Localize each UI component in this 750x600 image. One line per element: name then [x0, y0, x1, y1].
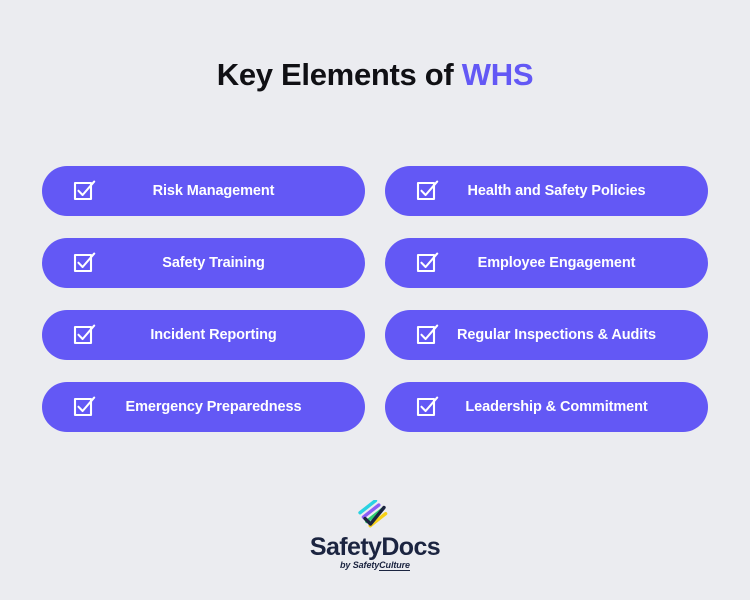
element-label: Employee Engagement: [477, 254, 636, 271]
infographic-root: Key Elements of WHS Risk Management Heal…: [0, 0, 750, 600]
safetydocs-diamond-icon: [353, 498, 397, 532]
element-pill-health-and-safety-policies[interactable]: Health and Safety Policies: [385, 166, 708, 216]
brand-byline-accent: Culture: [379, 560, 410, 572]
page-title: Key Elements of WHS: [216, 56, 534, 92]
title-accent-text: WHS: [461, 56, 534, 92]
brand-wordmark: SafetyDocs: [309, 533, 441, 561]
checkbox-checked-icon: [415, 394, 439, 420]
brand-byline: by SafetyCulture: [340, 560, 410, 572]
element-label: Regular Inspections & Audits: [457, 326, 656, 343]
checkbox-checked-icon: [72, 178, 96, 204]
element-pill-leadership-and-commitment[interactable]: Leadership & Commitment: [385, 382, 708, 432]
checkbox-checked-icon: [72, 250, 96, 276]
checkbox-checked-icon: [415, 322, 439, 348]
title-container: Key Elements of WHS: [216, 50, 534, 98]
element-pill-risk-management[interactable]: Risk Management: [42, 166, 365, 216]
title-lead-text: Key Elements of: [216, 56, 462, 92]
checkbox-checked-icon: [415, 250, 439, 276]
brand-logo: SafetyDocs by SafetyCulture: [0, 498, 750, 572]
brand-byline-lead: by Safety: [340, 560, 380, 571]
element-pill-incident-reporting[interactable]: Incident Reporting: [42, 310, 365, 360]
element-label: Incident Reporting: [150, 326, 277, 343]
element-label: Leadership & Commitment: [465, 398, 648, 415]
key-elements-grid: Risk Management Health and Safety Polici…: [42, 166, 708, 432]
element-label: Emergency Preparedness: [125, 398, 302, 415]
element-label: Safety Training: [162, 254, 265, 271]
checkbox-checked-icon: [415, 178, 439, 204]
element-label: Risk Management: [152, 182, 275, 199]
element-pill-safety-training[interactable]: Safety Training: [42, 238, 365, 288]
element-label: Health and Safety Policies: [467, 182, 646, 199]
checkbox-checked-icon: [72, 322, 96, 348]
checkbox-checked-icon: [72, 394, 96, 420]
element-pill-emergency-preparedness[interactable]: Emergency Preparedness: [42, 382, 365, 432]
element-pill-regular-inspections-and-audits[interactable]: Regular Inspections & Audits: [385, 310, 708, 360]
element-pill-employee-engagement[interactable]: Employee Engagement: [385, 238, 708, 288]
